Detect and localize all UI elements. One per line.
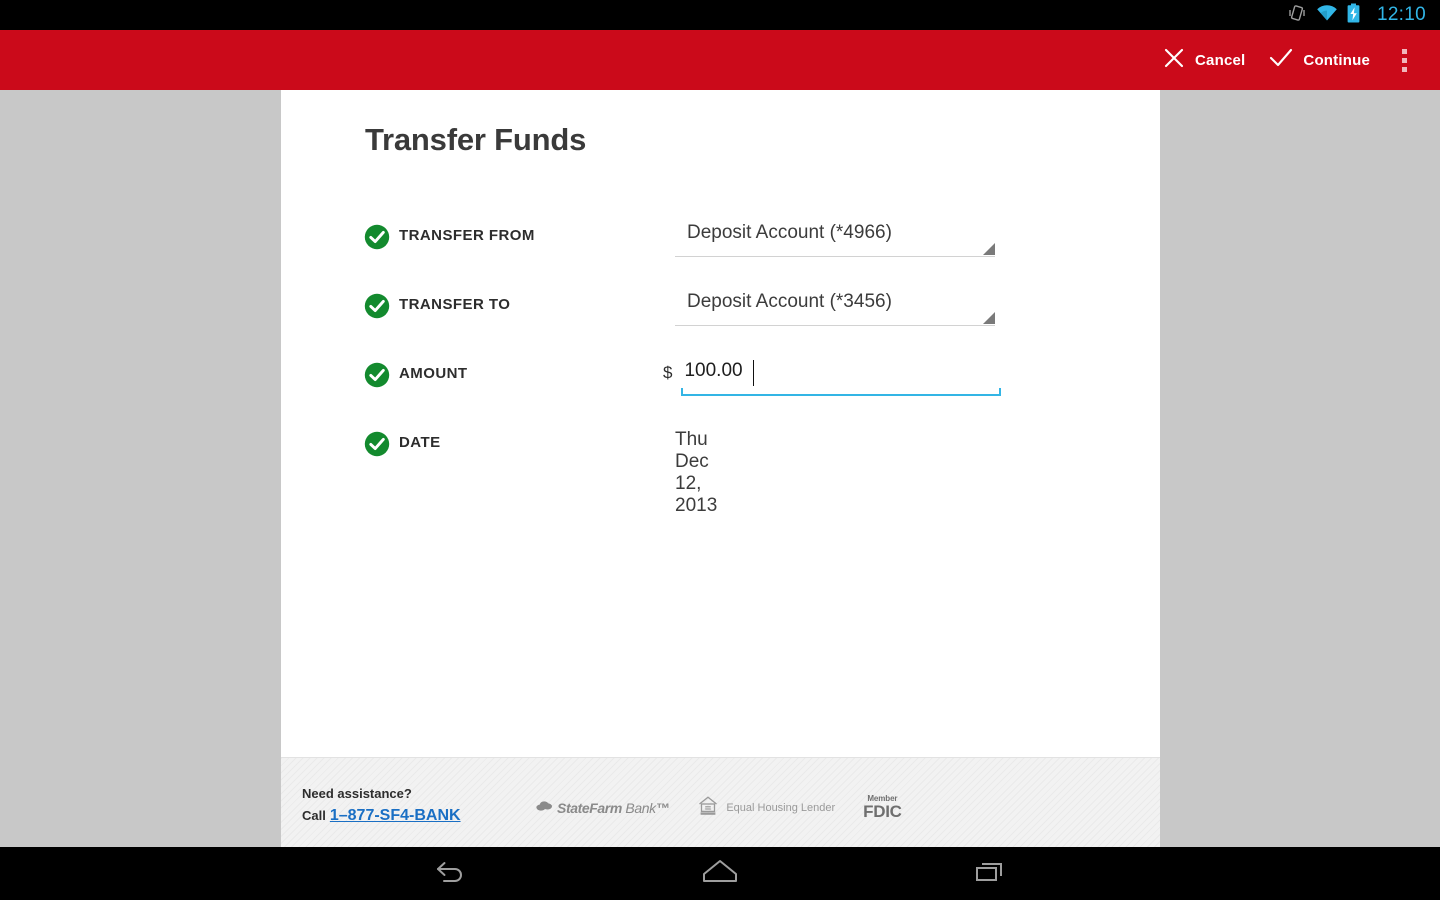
close-icon	[1163, 47, 1185, 74]
battery-charging-icon	[1347, 3, 1360, 28]
back-icon	[429, 855, 471, 892]
label-transfer-from: TRANSFER FROM	[399, 227, 535, 244]
equal-housing-lender-logo: Equal Housing Lender	[697, 794, 835, 821]
transfer-from-value: Deposit Account (*4966)	[687, 222, 892, 243]
status-bar: 12:10	[0, 0, 1440, 30]
state-farm-bank-wordmark: StateFarm Bank™	[557, 799, 670, 816]
member-fdic-logo: Member FDIC	[863, 795, 902, 821]
cancel-label: Cancel	[1195, 51, 1246, 69]
vibrate-icon	[1287, 3, 1307, 28]
valid-check-icon	[364, 362, 390, 388]
equal-housing-lender-label: Equal Housing Lender	[726, 801, 836, 814]
amount-wrapper: $ 100.00	[663, 356, 1002, 396]
transfer-to-value: Deposit Account (*3456)	[687, 291, 892, 312]
fdic-label: FDIC	[863, 802, 902, 821]
call-label: Call	[302, 808, 326, 824]
valid-check-icon	[364, 293, 390, 319]
need-assistance-label: Need assistance?	[302, 786, 412, 801]
brand-tm: ™	[655, 799, 670, 816]
page-title: Transfer Funds	[365, 122, 587, 157]
cancel-button[interactable]: Cancel	[1151, 30, 1257, 90]
assistance-block: Need assistance? Call 1–877-SF4-BANK	[302, 784, 461, 829]
dropdown-triangle-icon	[983, 243, 995, 255]
field-transfer-from: Deposit Account (*4966)	[675, 218, 995, 257]
amount-input[interactable]: 100.00	[681, 356, 1002, 396]
form-row-amount: AMOUNT $ 100.00	[281, 356, 1160, 425]
phone-link[interactable]: 1–877-SF4-BANK	[330, 807, 461, 824]
footer-logo-row: StateFarm Bank™ Equal Housing Lender Mem…	[536, 794, 902, 821]
dropdown-triangle-icon	[983, 312, 995, 324]
continue-label: Continue	[1303, 51, 1370, 69]
footer: Need assistance? Call 1–877-SF4-BANK Stat…	[281, 757, 1160, 847]
call-row: Call 1–877-SF4-BANK	[302, 804, 461, 829]
overflow-menu-icon[interactable]	[1382, 30, 1426, 90]
overflow-dot-1	[1401, 48, 1407, 54]
transfer-to-dropdown[interactable]: Deposit Account (*3456)	[675, 287, 995, 326]
transfer-from-dropdown[interactable]: Deposit Account (*4966)	[675, 218, 995, 257]
nav-home-button[interactable]	[690, 852, 750, 896]
equal-housing-icon	[697, 794, 719, 821]
label-transfer-to: TRANSFER TO	[399, 296, 511, 313]
status-icon-group: 12:10	[1287, 3, 1426, 28]
form-row-transfer-from: TRANSFER FROM Deposit Account (*4966)	[281, 218, 1160, 287]
wifi-icon	[1316, 4, 1338, 27]
status-clock: 12:10	[1376, 4, 1426, 25]
nav-back-button[interactable]	[420, 852, 480, 896]
home-icon	[698, 856, 742, 891]
overflow-dot-2	[1401, 57, 1407, 63]
brand-bank: Bank	[625, 799, 656, 816]
field-amount: $ 100.00	[663, 356, 1013, 396]
label-amount: AMOUNT	[399, 365, 468, 382]
device-screen: 12:10 Cancel Continue Transfer Funds TRA…	[0, 0, 1440, 900]
content-panel: Transfer Funds TRANSFER FROM Deposit Acc…	[281, 90, 1160, 847]
state-farm-bank-logo: StateFarm Bank™	[536, 799, 670, 817]
action-bar: Cancel Continue	[0, 30, 1440, 90]
date-value: Thu Dec 12, 2013	[675, 429, 718, 516]
valid-check-icon	[364, 224, 390, 250]
navigation-bar	[0, 847, 1440, 900]
transfer-form: TRANSFER FROM Deposit Account (*4966) TR…	[281, 218, 1160, 516]
state-farm-mark-icon	[536, 799, 553, 817]
brand-state: State	[557, 799, 590, 816]
recents-icon	[970, 855, 1010, 892]
amount-value: 100.00	[684, 360, 743, 381]
valid-check-icon	[364, 431, 390, 457]
overflow-dot-3	[1401, 66, 1407, 72]
form-row-transfer-to: TRANSFER TO Deposit Account (*3456)	[281, 287, 1160, 356]
field-transfer-to: Deposit Account (*3456)	[675, 287, 995, 326]
nav-recents-button[interactable]	[960, 852, 1020, 896]
check-icon	[1269, 47, 1293, 74]
label-date: DATE	[399, 434, 441, 451]
brand-farm: Farm	[589, 799, 622, 816]
text-caret	[753, 360, 755, 386]
currency-prefix: $	[663, 363, 673, 382]
form-row-date: DATE Thu Dec 12, 2013	[281, 425, 1160, 516]
continue-button[interactable]: Continue	[1257, 30, 1382, 90]
